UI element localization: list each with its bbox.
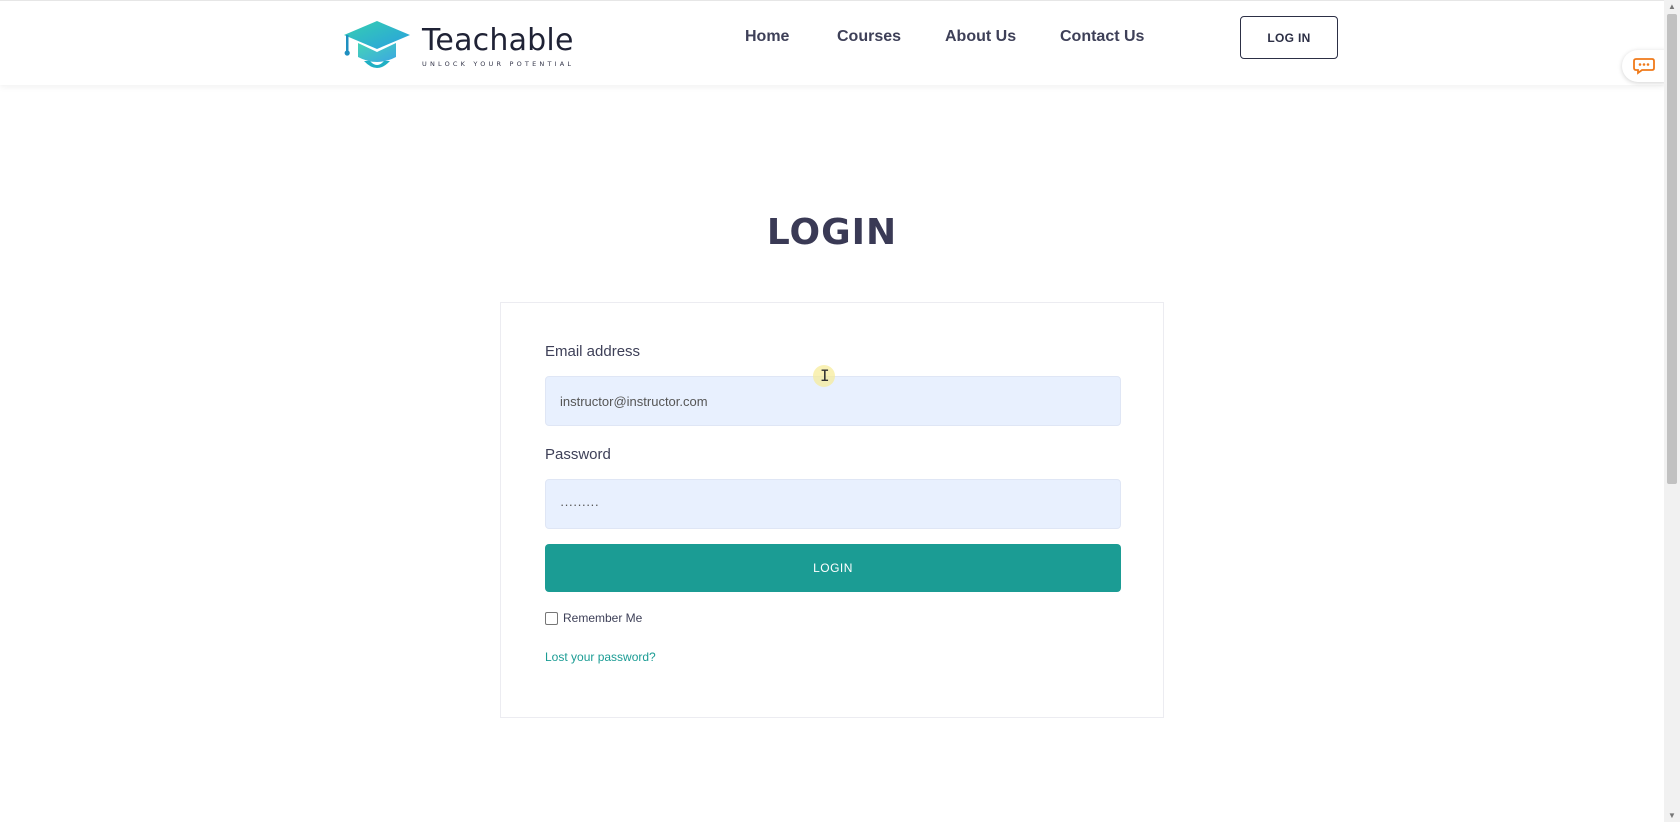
nav-home[interactable]: Home	[745, 25, 789, 49]
nav-about-us[interactable]: About Us	[945, 25, 1016, 49]
brand-logo[interactable]: Teachable UNLOCK YOUR POTENTIAL	[342, 17, 582, 75]
email-label: Email address	[545, 343, 641, 360]
page-scrollbar[interactable]: ▲ ▼	[1664, 0, 1680, 822]
top-navbar: Teachable UNLOCK YOUR POTENTIAL Home Cou…	[0, 0, 1664, 85]
scroll-up-arrow-icon[interactable]: ▲	[1668, 2, 1676, 11]
text-cursor-icon: I	[820, 366, 830, 385]
graduation-cap-icon	[344, 21, 410, 68]
password-label: Password	[545, 446, 611, 463]
nav-login-button[interactable]: LOG IN	[1240, 16, 1338, 59]
mouse-cursor: I	[813, 365, 835, 387]
lost-password-link[interactable]: Lost your password?	[545, 650, 656, 664]
nav-contact-us[interactable]: Contact Us	[1060, 25, 1144, 49]
login-submit-button[interactable]: LOGIN	[545, 544, 1121, 592]
login-form-card: Email address Password LOGIN Remember Me…	[500, 302, 1164, 718]
remember-me-checkbox[interactable]	[545, 611, 558, 625]
chat-bubble-icon	[1633, 58, 1655, 75]
chat-widget-button[interactable]	[1622, 50, 1666, 82]
scroll-down-arrow-icon[interactable]: ▼	[1668, 811, 1676, 820]
nav-courses[interactable]: Courses	[837, 25, 901, 49]
password-field[interactable]	[545, 479, 1121, 529]
brand-name: Teachable	[422, 23, 574, 58]
scrollbar-thumb[interactable]	[1667, 14, 1677, 484]
remember-me-label[interactable]: Remember Me	[563, 611, 642, 625]
page-title: LOGIN	[766, 212, 898, 253]
remember-me[interactable]: Remember Me	[545, 611, 642, 625]
brand-tagline: UNLOCK YOUR POTENTIAL	[422, 60, 575, 68]
